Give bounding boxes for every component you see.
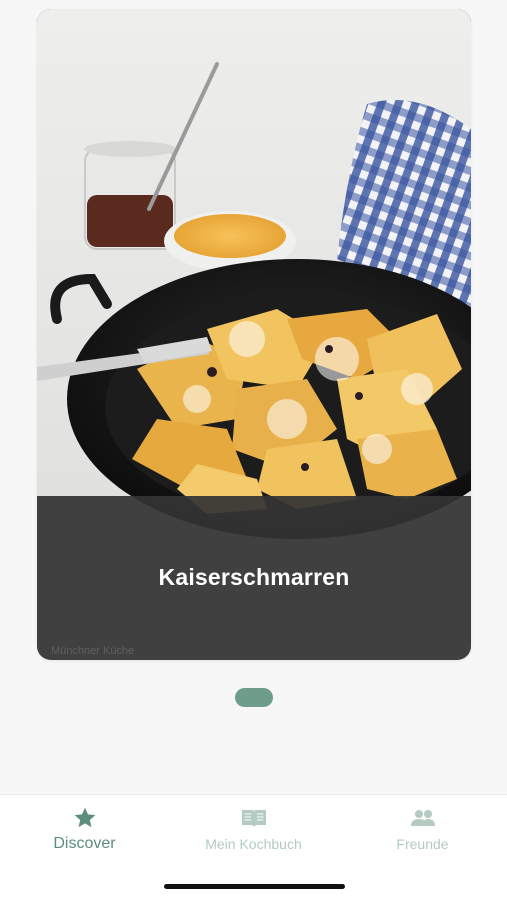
recipe-card[interactable]: Kaiserschmarren Münchner Küche (37, 9, 471, 660)
tab-label: Discover (53, 835, 116, 852)
tab-label: Mein Kochbuch (205, 836, 302, 852)
app-screen: Kaiserschmarren Münchner Küche Discover (0, 0, 507, 901)
home-indicator[interactable] (164, 884, 345, 889)
people-icon (410, 810, 435, 826)
recipe-title: Kaiserschmarren (158, 564, 350, 590)
star-icon (74, 807, 95, 828)
tab-mein-kochbuch[interactable]: Mein Kochbuch (169, 805, 338, 852)
tab-discover[interactable]: Discover (0, 805, 169, 853)
page-indicator (235, 688, 273, 707)
jam-jar (84, 141, 176, 250)
recipe-source: Münchner Küche (51, 645, 135, 657)
book-icon (241, 810, 266, 827)
tab-label: Freunde (396, 836, 449, 852)
tab-freunde[interactable]: Freunde (338, 805, 507, 852)
